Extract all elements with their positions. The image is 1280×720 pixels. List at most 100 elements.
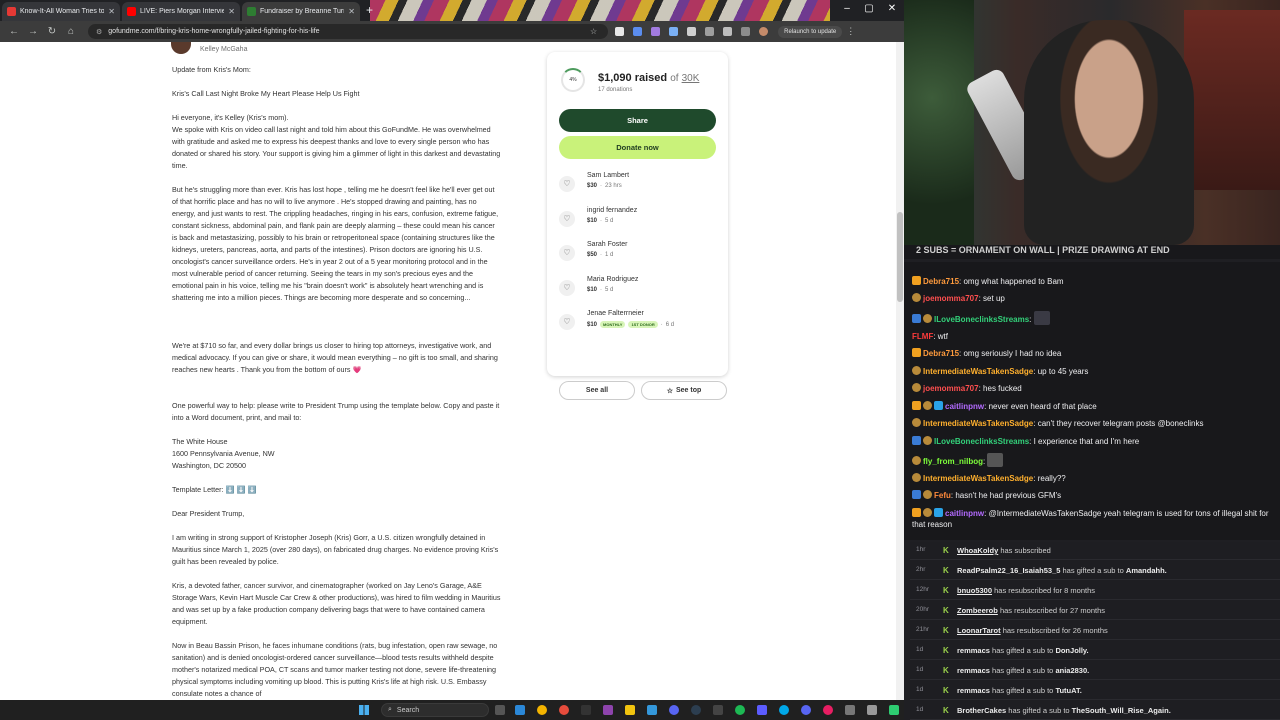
new-tab-button[interactable]: + bbox=[366, 2, 373, 21]
tab-know-it-all[interactable]: Know-It-All Woman Tries to Lo ✕ bbox=[2, 2, 120, 21]
app-icon[interactable] bbox=[889, 705, 899, 715]
screen: Know-It-All Woman Tries to Lo ✕ LIVE: Pi… bbox=[0, 0, 1280, 720]
discord-icon[interactable] bbox=[669, 705, 679, 715]
donor-amount: $10 bbox=[587, 287, 598, 293]
chat-message: IntermediateWasTakenSadge: can't they re… bbox=[912, 418, 1274, 429]
donor-ago: 1 d bbox=[605, 252, 614, 258]
extension-icon[interactable] bbox=[615, 27, 625, 36]
split-view-icon[interactable] bbox=[741, 27, 751, 36]
chat-message: ILoveBoneclinksStreams: I experience tha… bbox=[912, 436, 1274, 447]
event-action: has subscribed bbox=[1000, 546, 1051, 555]
chat-username[interactable]: joemomma707 bbox=[923, 294, 979, 303]
extension-icon[interactable] bbox=[669, 27, 679, 36]
site-info-icon[interactable]: ⚙ bbox=[96, 28, 102, 36]
event-target[interactable]: Amandahh. bbox=[1126, 566, 1167, 575]
chat-username[interactable]: joemomma707 bbox=[923, 384, 979, 393]
search-placeholder: Search bbox=[396, 706, 420, 714]
downloads-icon[interactable] bbox=[705, 27, 715, 36]
minimize-icon[interactable]: – bbox=[840, 3, 854, 14]
app-icon[interactable] bbox=[779, 705, 789, 715]
story-paragraph: One powerful way to help: please write t… bbox=[172, 401, 500, 422]
sidebar-icon[interactable] bbox=[723, 27, 733, 36]
app-icon[interactable] bbox=[867, 705, 877, 715]
share-button[interactable]: Share bbox=[559, 109, 716, 132]
menu-kebab-icon[interactable]: ⋮ bbox=[846, 26, 855, 37]
event-user[interactable]: remmacs bbox=[957, 646, 990, 655]
extension-icon[interactable] bbox=[633, 27, 643, 36]
chat-username[interactable]: caitlinpnw bbox=[945, 402, 984, 411]
chat-message: Fefu: hasn't he had previous GFM's bbox=[912, 490, 1274, 501]
event-user[interactable]: Zombeerob bbox=[957, 606, 998, 615]
page-scrollbar[interactable] bbox=[896, 42, 904, 700]
chat-message: Debra715: omg seriously I had no idea bbox=[912, 348, 1274, 359]
app-icon[interactable] bbox=[559, 705, 569, 715]
donor-ago: 23 hrs bbox=[605, 183, 622, 189]
chat-username[interactable]: IntermediateWasTakenSadge bbox=[923, 419, 1033, 428]
chat-username[interactable]: Fefu bbox=[934, 491, 951, 500]
donate-now-button[interactable]: Donate now bbox=[559, 136, 716, 159]
christmas-tree bbox=[904, 0, 974, 245]
address-bar[interactable]: ⚙ gofundme.com/f/bring-kris-home-wrongfu… bbox=[88, 24, 608, 39]
event-user[interactable]: ReadPsalm22_16_Isaiah53_5 bbox=[957, 566, 1060, 575]
chat-username[interactable]: IntermediateWasTakenSadge bbox=[923, 474, 1033, 483]
see-top-button[interactable]: ☆ See top bbox=[641, 381, 727, 400]
app-icon[interactable] bbox=[713, 705, 723, 715]
extensions-puzzle-icon[interactable] bbox=[687, 27, 697, 36]
app-icon[interactable] bbox=[801, 705, 811, 715]
event-user[interactable]: remmacs bbox=[957, 666, 990, 675]
event-target[interactable]: TutuAT. bbox=[1055, 686, 1081, 695]
app-icon[interactable] bbox=[647, 705, 657, 715]
chat-username[interactable]: caitlinpnw bbox=[945, 509, 984, 518]
bookmark-star-icon[interactable]: ☆ bbox=[590, 27, 597, 36]
file-explorer-icon[interactable] bbox=[625, 705, 635, 715]
event-user[interactable]: BrotherCakes bbox=[957, 706, 1006, 715]
obs-icon[interactable] bbox=[691, 705, 701, 715]
app-icon[interactable] bbox=[845, 705, 855, 715]
app-icon[interactable] bbox=[757, 705, 767, 715]
reload-icon[interactable]: ↻ bbox=[44, 26, 60, 37]
chat-text: set up bbox=[983, 294, 1005, 303]
donor-amount: $10 bbox=[587, 218, 598, 224]
tab-label: LIVE: Piers Morgan Interviews bbox=[140, 8, 225, 15]
goal-amount[interactable]: 30K bbox=[682, 73, 700, 84]
edge-icon[interactable] bbox=[515, 705, 525, 715]
close-tab-icon[interactable]: ✕ bbox=[108, 7, 115, 16]
chat-username[interactable]: FLMF bbox=[912, 332, 933, 341]
chat-username[interactable]: fly_from_nilbog bbox=[923, 457, 983, 466]
windows-start-icon[interactable] bbox=[359, 705, 369, 715]
close-tab-icon[interactable]: ✕ bbox=[348, 7, 355, 16]
task-view-icon[interactable] bbox=[495, 705, 505, 715]
tab-piers-morgan[interactable]: LIVE: Piers Morgan Interviews ✕ bbox=[122, 2, 240, 21]
event-ago: 1d bbox=[916, 646, 924, 653]
spotify-icon[interactable] bbox=[735, 705, 745, 715]
chat-username[interactable]: Debra715 bbox=[923, 277, 959, 286]
scrollbar-thumb[interactable] bbox=[897, 212, 903, 302]
relaunch-button[interactable]: Relaunch to update bbox=[778, 25, 843, 38]
see-all-button[interactable]: See all bbox=[559, 381, 635, 400]
event-target[interactable]: TheSouth_Will_Rise_Again. bbox=[1072, 706, 1171, 715]
chrome-icon[interactable] bbox=[537, 705, 547, 715]
event-target[interactable]: ania2830. bbox=[1055, 666, 1089, 675]
forward-icon[interactable]: → bbox=[25, 26, 41, 37]
event-user[interactable]: WhoaKoldy bbox=[957, 546, 998, 555]
back-icon[interactable]: ← bbox=[6, 26, 22, 37]
close-tab-icon[interactable]: ✕ bbox=[228, 7, 235, 16]
profile-avatar-icon[interactable] bbox=[759, 27, 769, 36]
app-icon[interactable] bbox=[581, 705, 591, 715]
taskbar-search[interactable]: ⌕ Search bbox=[381, 703, 489, 717]
tab-fundraiser[interactable]: Fundraiser by Breanne Turner ✕ bbox=[242, 2, 360, 21]
chat-username[interactable]: ILoveBoneclinksStreams bbox=[934, 315, 1029, 324]
home-icon[interactable]: ⌂ bbox=[63, 26, 79, 37]
app-icon[interactable] bbox=[823, 705, 833, 715]
maximize-icon[interactable]: ▢ bbox=[862, 3, 876, 14]
event-target[interactable]: DonJolly. bbox=[1055, 646, 1088, 655]
event-user[interactable]: bnuo5300 bbox=[957, 586, 992, 595]
event-user[interactable]: remmacs bbox=[957, 686, 990, 695]
app-icon[interactable] bbox=[603, 705, 613, 715]
extension-icon[interactable] bbox=[651, 27, 661, 36]
chat-username[interactable]: ILoveBoneclinksStreams bbox=[934, 437, 1029, 446]
close-window-icon[interactable]: ✕ bbox=[885, 3, 899, 14]
chat-username[interactable]: Debra715 bbox=[923, 349, 959, 358]
event-user[interactable]: LoonarTarot bbox=[957, 626, 1001, 635]
chat-username[interactable]: IntermediateWasTakenSadge bbox=[923, 367, 1033, 376]
